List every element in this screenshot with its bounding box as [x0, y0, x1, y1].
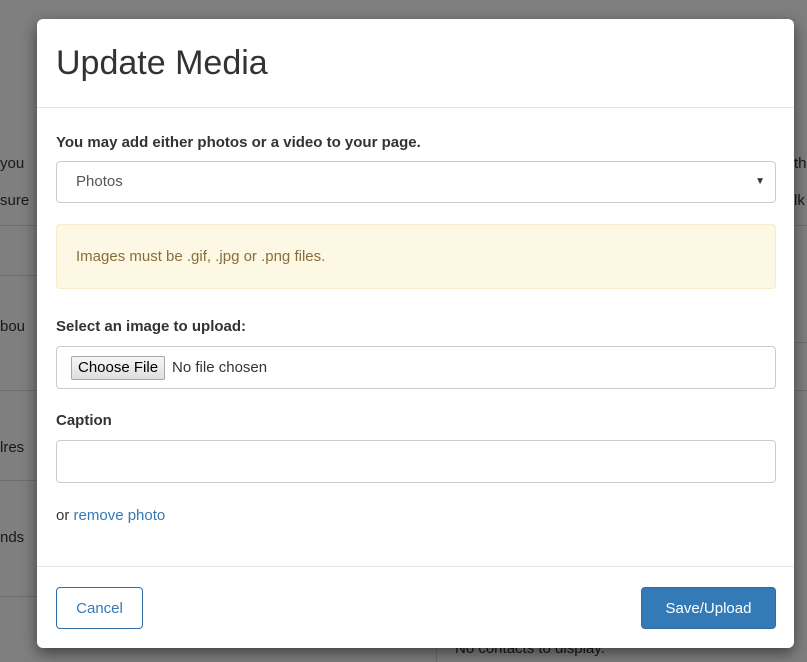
caption-input[interactable]: [56, 440, 776, 483]
remove-photo-line: or remove photo: [56, 507, 165, 524]
media-type-label: You may add either photos or a video to …: [56, 134, 421, 151]
alert-text: Images must be .gif, .jpg or .png files.: [76, 248, 326, 265]
file-type-alert: Images must be .gif, .jpg or .png files.: [56, 224, 776, 289]
remove-photo-link[interactable]: remove photo: [74, 507, 166, 524]
caption-label: Caption: [56, 412, 112, 429]
caret-down-icon: ▼: [755, 176, 765, 187]
modal-header: Update Media: [37, 19, 794, 108]
modal-title: Update Media: [56, 44, 268, 82]
file-status-text: No file chosen: [172, 359, 268, 376]
upload-label: Select an image to upload:: [56, 318, 247, 335]
update-media-modal: Update Media You may add either photos o…: [37, 19, 794, 648]
media-type-selected-value: Photos: [76, 173, 123, 190]
choose-file-button[interactable]: Choose File: [71, 355, 166, 380]
cancel-button[interactable]: Cancel: [56, 587, 143, 629]
file-input[interactable]: Choose File No file chosen: [56, 346, 776, 389]
remove-prefix: or: [56, 507, 70, 524]
media-type-select[interactable]: Photos ▼: [56, 161, 776, 203]
save-upload-button[interactable]: Save/Upload: [641, 587, 776, 629]
modal-footer: Cancel Save/Upload: [37, 566, 794, 648]
